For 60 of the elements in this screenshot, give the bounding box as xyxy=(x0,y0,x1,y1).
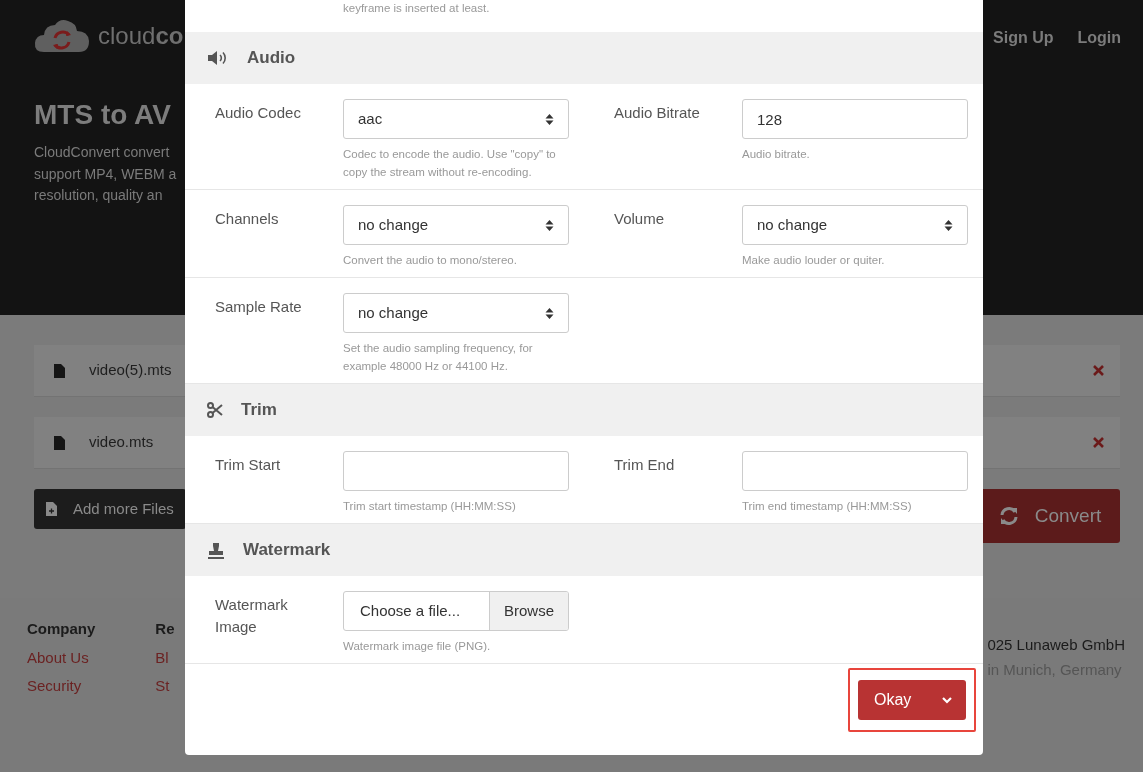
section-title: Trim xyxy=(241,399,277,422)
okay-button[interactable]: Okay xyxy=(858,680,966,720)
field-label: Audio Codec xyxy=(214,103,302,123)
scissors-icon xyxy=(207,402,223,418)
select-field[interactable]: no change xyxy=(343,293,569,333)
field-label: Trim Start xyxy=(214,455,282,475)
select-arrows-icon xyxy=(545,218,554,232)
file-icon xyxy=(54,435,65,450)
convert-button[interactable]: Convert xyxy=(980,489,1120,543)
help-text: Set the audio sampling frequency, for example 48000 Hz or 44100 Hz. xyxy=(343,341,534,374)
field-label: Sample Rate xyxy=(214,297,303,317)
nav-link[interactable]: Sign Up xyxy=(993,26,1054,50)
text-field[interactable] xyxy=(742,451,968,491)
remove-icon xyxy=(1093,365,1104,376)
nav-link[interactable]: Login xyxy=(1077,26,1121,50)
help-text: Audio bitrate. xyxy=(742,147,811,162)
select-field[interactable]: no change xyxy=(742,205,968,245)
section-title: Watermark xyxy=(243,539,331,562)
help-text: Trim end timestamp (HH:MM:SS) xyxy=(742,499,913,514)
browse-button[interactable]: Browse xyxy=(488,592,568,630)
copyright-text: 025 Lunaweb GmbH xyxy=(987,635,1125,655)
field-label: Trim End xyxy=(614,455,676,475)
description-text: CloudConvert convert xyxy=(34,143,170,162)
file-icon xyxy=(54,363,65,378)
footer-heading: Company xyxy=(27,619,96,639)
speaker-icon xyxy=(207,50,229,66)
text-field[interactable] xyxy=(343,451,569,491)
add-files-button[interactable]: Add more Files xyxy=(34,489,186,529)
help-text: keyframe is inserted at least. xyxy=(342,1,491,16)
field-label: Audio Bitrate xyxy=(614,103,701,123)
help-text: Make audio louder or quiter. xyxy=(742,253,886,268)
select-field[interactable]: no change xyxy=(343,205,569,245)
field-label: Channels xyxy=(214,209,280,229)
select-arrows-icon xyxy=(545,306,554,320)
logo-text[interactable]: cloudco xyxy=(98,18,184,54)
chevron-down-icon xyxy=(942,696,952,704)
page-title: MTS to AV xyxy=(34,98,171,132)
description-text: resolution, quality an xyxy=(34,186,163,205)
file-name: video(5).mts xyxy=(89,360,172,381)
description-text: support MP4, WEBM a xyxy=(34,164,177,184)
field-label: Watermark Image xyxy=(214,595,289,637)
sync-icon xyxy=(998,506,1019,526)
file-field[interactable]: Choose a file... xyxy=(344,599,477,623)
help-text: Trim start timestamp (HH:MM:SS) xyxy=(343,499,517,514)
help-text: Convert the audio to mono/stereo. xyxy=(343,253,518,268)
file-picker[interactable]: Choose a file... Browse xyxy=(343,591,569,631)
field-label: Volume xyxy=(614,209,666,229)
file-name: video.mts xyxy=(89,432,154,453)
select-arrows-icon xyxy=(944,218,953,232)
select-arrows-icon xyxy=(545,112,554,126)
help-text: Codec to encode the audio. Use "copy" to copy the stream without re-encoding. xyxy=(343,147,557,180)
remove-icon xyxy=(1093,437,1104,448)
cloud-logo-icon xyxy=(34,18,90,54)
footer-heading: Re xyxy=(155,619,175,639)
text-field[interactable]: 128 xyxy=(742,99,968,139)
section-title: Audio xyxy=(247,47,296,70)
stamp-icon xyxy=(207,541,225,559)
add-file-icon xyxy=(46,502,57,516)
help-text: Watermark image file (PNG). xyxy=(343,639,492,654)
select-field[interactable]: aac xyxy=(343,99,569,139)
